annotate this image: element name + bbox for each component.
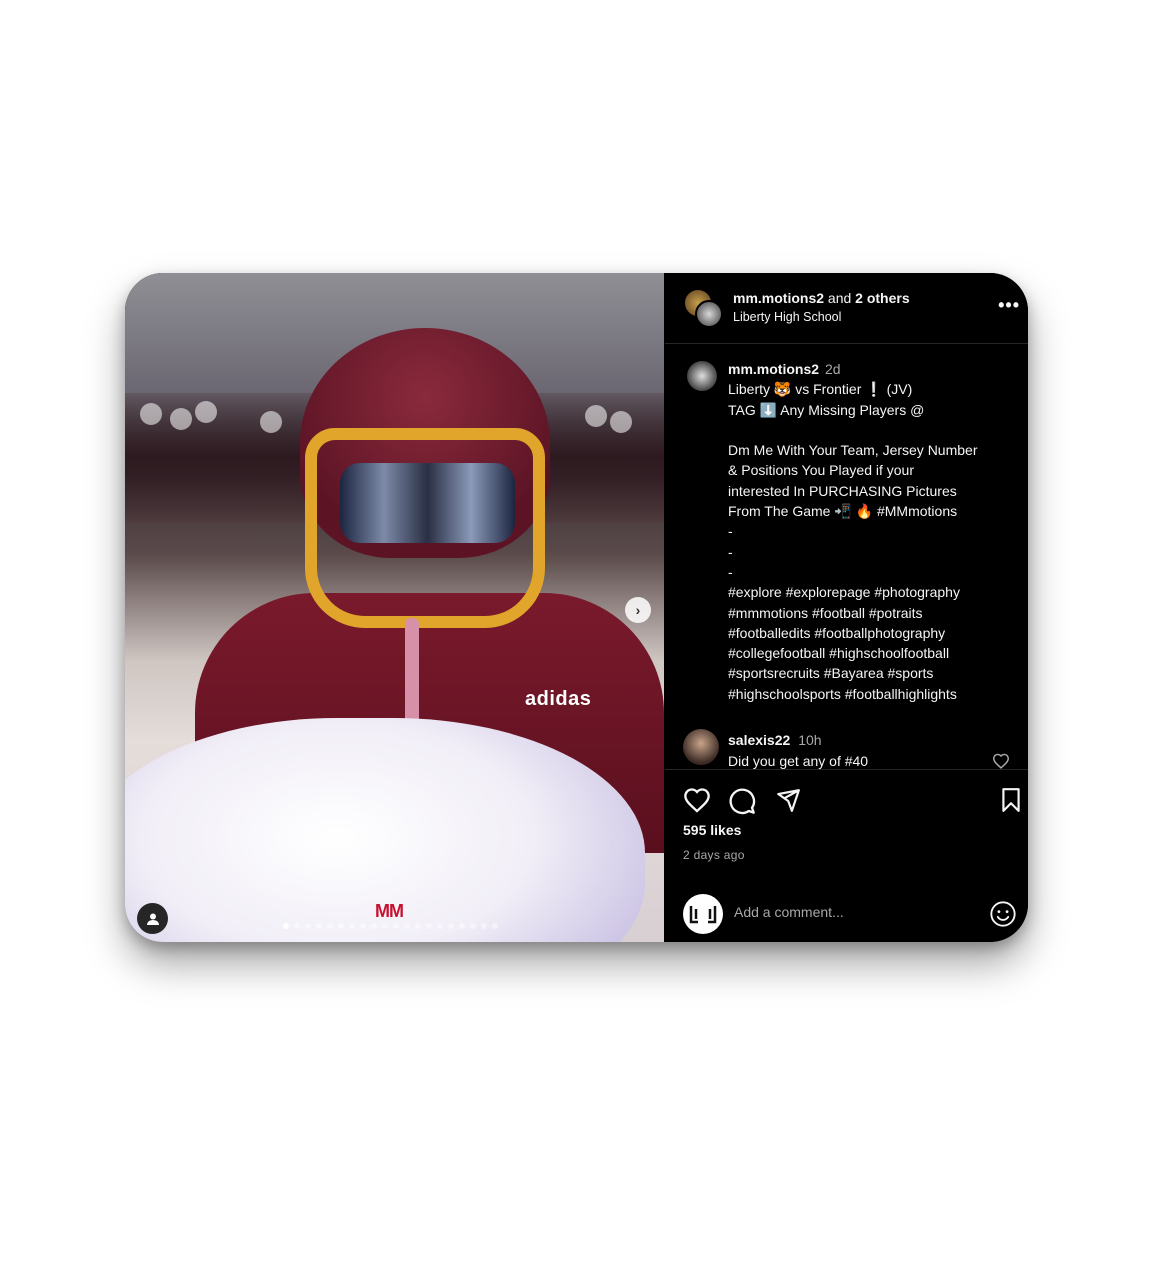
- carousel-dot: [415, 923, 421, 929]
- others-link[interactable]: 2 others: [855, 290, 909, 306]
- location-link[interactable]: Liberty High School: [733, 310, 841, 324]
- comment-text: Did you get any of #40: [728, 752, 869, 769]
- chevron-right-icon: ›: [635, 602, 641, 618]
- bokeh-light: [170, 408, 192, 430]
- post-time: 2 days ago: [683, 848, 745, 862]
- comment-icon[interactable]: [728, 787, 756, 815]
- carousel-dot: [338, 923, 344, 929]
- caption-line: -: [728, 523, 733, 540]
- avatar: [695, 300, 723, 328]
- caption-time: 2d: [825, 361, 841, 377]
- caption-line: From The Game 📲 🔥 #MMmotions: [728, 503, 958, 520]
- carousel-dot: [492, 923, 498, 929]
- post-modal: adidas › MM mm.motions2 and 2 others Lib…: [125, 273, 1028, 942]
- caption-line: [728, 420, 1013, 440]
- caption-line: Liberty 🐯 vs Frontier ❕ (JV): [728, 381, 913, 398]
- carousel-dot: [481, 923, 487, 929]
- collab-avatars[interactable]: [683, 288, 723, 328]
- avatar[interactable]: [687, 361, 717, 391]
- carousel-dot: [283, 923, 289, 929]
- caption-line: #highschoolsports #footballhighlights: [728, 685, 957, 702]
- comment-time: 10h: [798, 732, 822, 748]
- post-header: mm.motions2 and 2 others Liberty High Sc…: [665, 273, 1028, 344]
- more-icon[interactable]: •••: [998, 295, 1020, 316]
- bokeh-light: [610, 411, 632, 433]
- carousel-dot: [404, 923, 410, 929]
- comment-username[interactable]: salexis22: [728, 732, 790, 748]
- caption-line: #explore #explorepage #photography: [728, 584, 960, 601]
- and-text: and: [827, 290, 852, 306]
- carousel-dot: [448, 923, 454, 929]
- comment-input[interactable]: Add a comment...: [734, 904, 844, 920]
- carousel-dot: [327, 923, 333, 929]
- post-actions: 595 likes 2 days ago Add a comment...: [665, 769, 1028, 942]
- carousel-dot: [426, 923, 432, 929]
- caption-line: #footballedits #footballphotography: [728, 624, 946, 641]
- bokeh-light: [195, 401, 217, 423]
- avatar: [683, 894, 723, 934]
- add-comment-row: Add a comment...: [665, 882, 1028, 942]
- carousel-dot: [459, 923, 465, 929]
- bokeh-light: [140, 403, 162, 425]
- carousel-dot: [371, 923, 377, 929]
- caption-line: -: [728, 543, 733, 560]
- post-authors[interactable]: mm.motions2 and 2 others: [733, 290, 910, 306]
- caption-line: Dm Me With Your Team, Jersey Number: [728, 442, 978, 459]
- carousel-dot: [305, 923, 311, 929]
- tagged-users-button[interactable]: [137, 903, 168, 934]
- comment-item: salexis22 10h Did you get any of #40: [728, 730, 868, 771]
- carousel-dot: [360, 923, 366, 929]
- caption-line: -: [728, 563, 733, 580]
- carousel-dot: [294, 923, 300, 929]
- avatar[interactable]: [683, 729, 719, 765]
- carousel-dot: [437, 923, 443, 929]
- caption-username[interactable]: mm.motions2: [728, 361, 819, 377]
- helmet-facemask: [305, 428, 545, 628]
- caption-text: Liberty 🐯 vs Frontier ❕ (JV) TAG ⬇️ Any M…: [728, 379, 1013, 704]
- caption-line: #mmmotions #football #potraits: [728, 604, 923, 621]
- share-icon[interactable]: [775, 787, 801, 813]
- caption-line: interested In PURCHASING Pictures: [728, 482, 957, 499]
- post-caption: mm.motions2 2d Liberty 🐯 vs Frontier ❕ (J…: [728, 359, 1013, 704]
- next-photo-button[interactable]: ›: [625, 597, 651, 623]
- owner-username[interactable]: mm.motions2: [733, 290, 824, 306]
- chin-strap: [405, 618, 419, 728]
- caption-line: TAG ⬇️ Any Missing Players @: [728, 401, 925, 418]
- carousel-dot: [349, 923, 355, 929]
- carousel-dot: [382, 923, 388, 929]
- bokeh-light: [260, 411, 282, 433]
- post-side-panel: mm.motions2 and 2 others Liberty High Sc…: [665, 273, 1028, 942]
- heart-icon[interactable]: [992, 753, 1010, 769]
- caption-line: #collegefootball #highschoolfootball: [728, 645, 950, 662]
- carousel-dot: [470, 923, 476, 929]
- bookmark-icon[interactable]: [999, 787, 1023, 813]
- carousel-indicator: [283, 923, 498, 929]
- carousel-dot: [393, 923, 399, 929]
- heart-icon[interactable]: [683, 787, 711, 813]
- caption-line: #sportsrecruits #Bayarea #sports: [728, 665, 934, 682]
- caption-line: & Positions You Played if your: [728, 462, 915, 479]
- post-photo[interactable]: adidas › MM: [125, 273, 664, 942]
- carousel-dot: [316, 923, 322, 929]
- like-count[interactable]: 595 likes: [683, 822, 741, 838]
- emoji-icon[interactable]: [989, 900, 1017, 928]
- bokeh-light: [585, 405, 607, 427]
- user-tag-icon: [146, 913, 159, 925]
- watermark-logo: MM: [375, 901, 404, 921]
- jersey-brand-logo: adidas: [525, 688, 592, 710]
